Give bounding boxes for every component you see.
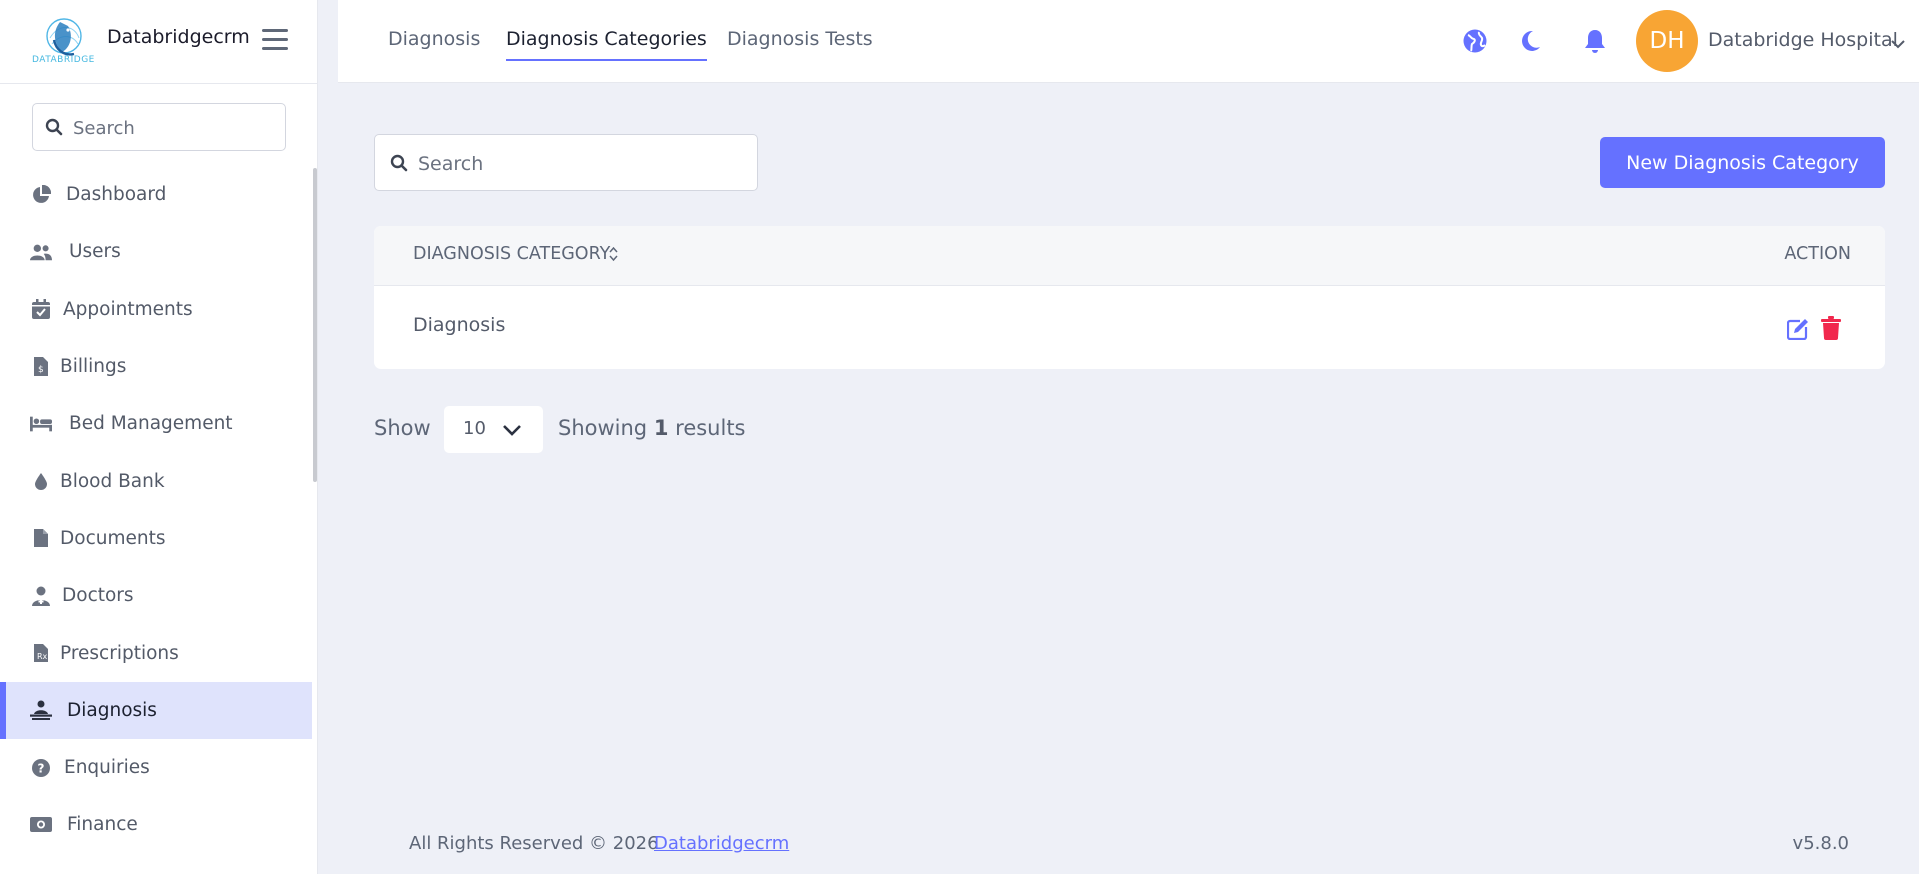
sidebar-item-users[interactable]: Users	[0, 223, 312, 280]
sidebar-item-label: Diagnosis	[67, 699, 157, 721]
per-page-value: 10	[463, 418, 486, 439]
results-summary: Showing 1 results	[558, 416, 746, 440]
brand-logo-text: DATABRIDGE	[32, 55, 95, 65]
money-bill-icon	[30, 814, 52, 836]
svg-text:?: ?	[38, 761, 45, 775]
sidebar-item-label: Finance	[67, 814, 138, 836]
table-header: DIAGNOSIS CATEGORY ACTION	[374, 226, 1885, 286]
sidebar-item-label: Billings	[60, 356, 127, 378]
sidebar-item-label: Dashboard	[66, 184, 167, 206]
results-suffix: results	[675, 416, 746, 440]
svg-text:Rx: Rx	[37, 652, 48, 661]
edit-icon[interactable]	[1786, 318, 1809, 344]
diagnosis-category-table: DIAGNOSIS CATEGORY ACTION Diagnosis	[374, 226, 1885, 369]
brand-bar: DATABRIDGE Databridgecrm	[0, 0, 317, 84]
results-prefix: Showing	[558, 416, 648, 440]
sidebar-item-diagnosis[interactable]: Diagnosis	[0, 681, 312, 740]
sort-icon[interactable]	[609, 246, 618, 266]
prescription-icon: Rx	[30, 642, 52, 664]
chevron-down-icon[interactable]	[1891, 34, 1905, 53]
sidebar-item-bed-management[interactable]: Bed Management	[0, 395, 312, 452]
user-doctor-icon	[30, 585, 52, 607]
sidebar-item-label: Documents	[60, 527, 166, 549]
column-header-diagnosis-category[interactable]: DIAGNOSIS CATEGORY	[413, 244, 610, 264]
sidebar-item-label: Blood Bank	[60, 470, 165, 492]
sidebar-item-enquiries[interactable]: ? Enquiries	[0, 739, 312, 796]
tab-diagnosis-tests[interactable]: Diagnosis Tests	[727, 28, 873, 50]
sidebar-item-label: Doctors	[62, 585, 134, 607]
sidebar-item-label: Bed Management	[69, 413, 233, 435]
trash-icon[interactable]	[1821, 316, 1841, 344]
person-diagnosis-icon	[30, 699, 52, 721]
moon-icon[interactable]	[1517, 28, 1543, 54]
show-label: Show	[374, 416, 431, 440]
file-icon	[30, 527, 52, 549]
sidebar-item-label: Enquiries	[64, 757, 150, 779]
svg-text:$: $	[38, 365, 44, 375]
user-name[interactable]: Databridge Hospital	[1708, 29, 1898, 51]
brand-name: Databridgecrm	[107, 26, 250, 48]
sidebar: DATABRIDGE Databridgecrm Dashboard Users	[0, 0, 318, 874]
category-cell: Diagnosis	[413, 314, 506, 336]
tab-diagnosis[interactable]: Diagnosis	[388, 28, 480, 50]
footer-copyright: All Rights Reserved © 2026	[409, 833, 659, 854]
file-invoice-dollar-icon: $	[30, 356, 52, 378]
bed-icon	[30, 413, 52, 435]
chevron-down-icon	[502, 422, 522, 441]
droplet-icon	[30, 470, 52, 492]
sidebar-item-label: Users	[69, 241, 121, 263]
sidebar-search[interactable]	[32, 103, 286, 151]
per-page-select[interactable]: 10	[444, 406, 543, 453]
tab-diagnosis-categories[interactable]: Diagnosis Categories	[506, 28, 707, 61]
new-diagnosis-category-button[interactable]: New Diagnosis Category	[1600, 137, 1885, 188]
sidebar-item-blood-bank[interactable]: Blood Bank	[0, 452, 312, 509]
sidebar-item-billings[interactable]: $ Billings	[0, 338, 312, 395]
chart-pie-icon	[30, 184, 52, 206]
search-icon	[45, 118, 63, 140]
globe-icon[interactable]	[1462, 28, 1488, 54]
footer-link[interactable]: Databridgecrm	[654, 833, 789, 854]
sidebar-item-doctors[interactable]: Doctors	[0, 567, 312, 624]
footer-version: v5.8.0	[1792, 833, 1849, 854]
results-count: 1	[653, 416, 669, 440]
calendar-check-icon	[30, 298, 52, 320]
menu-toggle-icon[interactable]	[262, 29, 288, 51]
table-search-input[interactable]	[416, 149, 740, 179]
top-header: Diagnosis Diagnosis Categories Diagnosis…	[338, 0, 1919, 83]
sidebar-item-finance[interactable]: Finance	[0, 796, 312, 853]
table-row: Diagnosis	[374, 285, 1885, 369]
sidebar-item-dashboard[interactable]: Dashboard	[0, 166, 312, 223]
sidebar-item-documents[interactable]: Documents	[0, 510, 312, 567]
bell-icon[interactable]	[1582, 28, 1608, 54]
sidebar-item-label: Prescriptions	[60, 642, 179, 664]
sidebar-scrollbar[interactable]	[313, 168, 317, 482]
table-search[interactable]	[374, 134, 758, 191]
sidebar-item-appointments[interactable]: Appointments	[0, 281, 312, 338]
avatar[interactable]: DH	[1636, 10, 1698, 72]
users-icon	[30, 241, 52, 263]
sidebar-item-prescriptions[interactable]: Rx Prescriptions	[0, 624, 312, 681]
sidebar-search-input[interactable]	[71, 114, 275, 142]
search-icon	[390, 154, 408, 176]
sidebar-item-label: Appointments	[63, 298, 193, 320]
column-header-action: ACTION	[1784, 244, 1851, 264]
sidebar-nav: Dashboard Users Appointments $ Billings …	[0, 166, 312, 854]
question-circle-icon: ?	[30, 757, 52, 779]
